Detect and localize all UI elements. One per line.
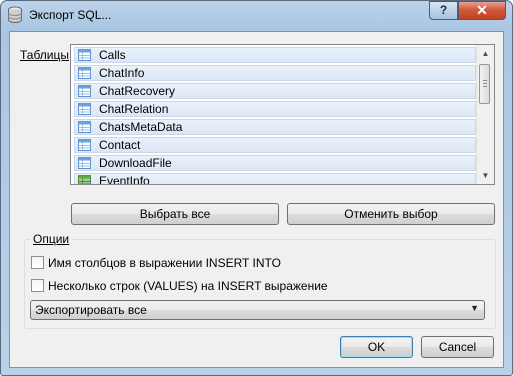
- table-icon: [78, 121, 91, 133]
- table-list-item[interactable]: ChatRecovery: [74, 83, 476, 99]
- database-icon: [8, 6, 22, 23]
- cancel-button[interactable]: Cancel: [421, 336, 494, 358]
- vertical-scrollbar[interactable]: ▲ ▼: [476, 45, 494, 184]
- table-icon: [78, 49, 91, 61]
- tables-listbox[interactable]: Calls ChatInfo ChatRecovery ChatRelation Cha…: [70, 44, 495, 185]
- table-name: ChatRecovery: [99, 84, 176, 98]
- options-label-text: Опции: [33, 232, 70, 246]
- table-icon: [78, 103, 91, 115]
- title-bar[interactable]: Экспорт SQL... ? ✕: [1, 1, 512, 29]
- tables-label: Таблицы: [20, 48, 69, 62]
- table-name: ChatsMetaData: [99, 120, 183, 134]
- export-mode-select[interactable]: Экспортировать все ▼: [30, 300, 485, 320]
- table-list-item[interactable]: ChatInfo: [74, 65, 476, 81]
- chevron-down-icon: ▼: [470, 303, 479, 313]
- table-name: ChatRelation: [99, 102, 169, 116]
- tables-list: Calls ChatInfo ChatRecovery ChatRelation Cha…: [74, 47, 476, 185]
- table-list-item[interactable]: EventInfo: [74, 173, 476, 185]
- table-icon: [78, 85, 91, 97]
- table-list-item[interactable]: ChatsMetaData: [74, 119, 476, 135]
- table-list-item[interactable]: Contact: [74, 137, 476, 153]
- select-all-button[interactable]: Выбрать все: [71, 203, 279, 225]
- table-list-item[interactable]: Calls: [74, 47, 476, 63]
- grip-line: [483, 80, 487, 81]
- table-list-item[interactable]: ChatRelation: [74, 101, 476, 117]
- scrollbar-thumb[interactable]: [479, 64, 490, 104]
- table-icon: [78, 67, 91, 79]
- scroll-down-arrow-icon[interactable]: ▼: [477, 167, 494, 184]
- column-names-checkbox[interactable]: [31, 256, 44, 269]
- table-icon: [78, 139, 91, 151]
- view-icon: [78, 175, 91, 184]
- table-name: DownloadFile: [99, 156, 172, 170]
- export-sql-dialog: Экспорт SQL... ? ✕ Таблицы Calls ChatInfo…: [0, 0, 513, 376]
- ok-button[interactable]: OK: [340, 336, 413, 358]
- table-name: EventInfo: [99, 174, 150, 185]
- multi-rows-label[interactable]: Несколько строк (VALUES) на INSERT выраж…: [48, 279, 328, 293]
- deselect-button[interactable]: Отменить выбор: [287, 203, 495, 225]
- table-list-item[interactable]: DownloadFile: [74, 155, 476, 171]
- tables-label-text: Таблицы: [20, 48, 70, 62]
- dialog-body: Таблицы Calls ChatInfo ChatRecovery ChatRel…: [9, 31, 504, 368]
- scroll-up-arrow-icon[interactable]: ▲: [477, 45, 494, 62]
- table-icon: [78, 157, 91, 169]
- close-button[interactable]: ✕: [458, 1, 506, 20]
- table-name: ChatInfo: [99, 66, 145, 80]
- grip-line: [483, 83, 487, 84]
- column-names-label[interactable]: Имя столбцов в выражении INSERT INTO: [48, 256, 281, 270]
- options-label: Опции: [30, 232, 73, 246]
- export-mode-value: Экспортировать все: [35, 303, 147, 317]
- grip-line: [483, 86, 487, 87]
- window-title: Экспорт SQL...: [29, 8, 112, 22]
- multi-rows-checkbox[interactable]: [31, 279, 44, 292]
- table-name: Contact: [99, 138, 141, 152]
- help-button[interactable]: ?: [429, 1, 458, 20]
- table-name: Calls: [99, 48, 126, 62]
